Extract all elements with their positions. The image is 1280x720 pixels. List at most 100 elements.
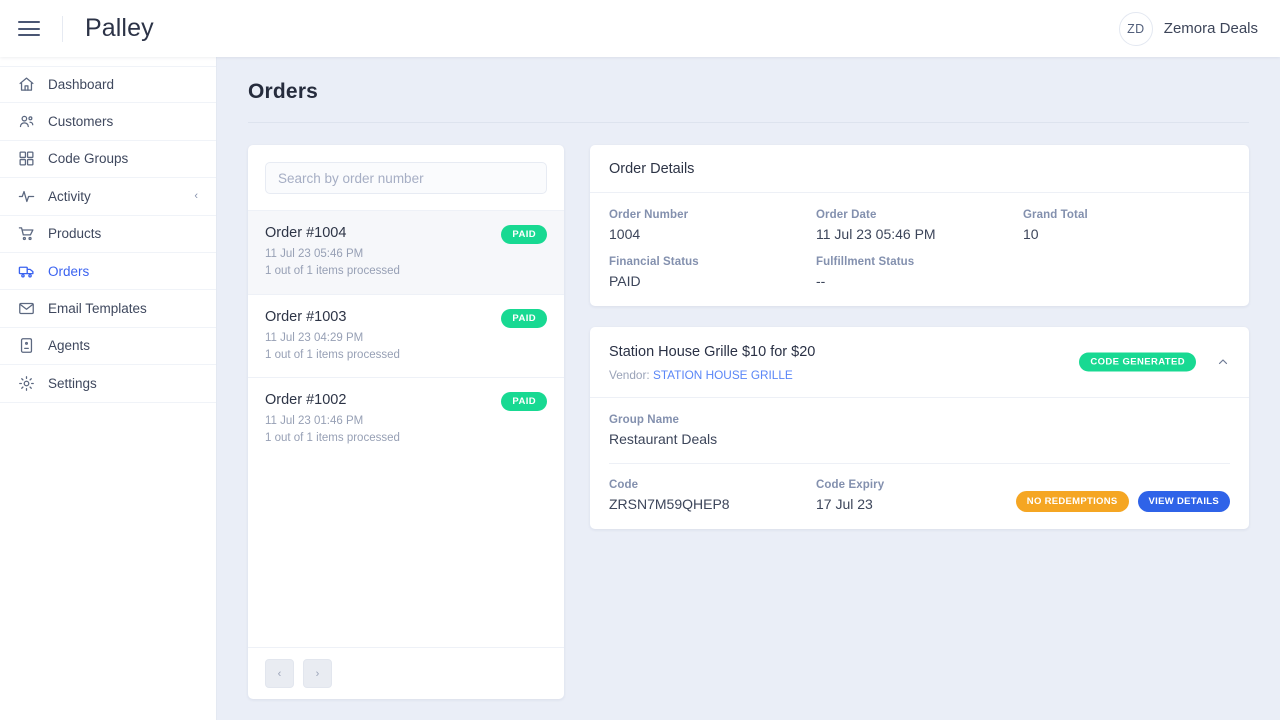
sidebar-item-orders[interactable]: Orders	[0, 253, 216, 291]
field-value: 1004	[609, 226, 641, 242]
sidebar-item-code-groups[interactable]: Code Groups	[0, 141, 216, 179]
list-item[interactable]: Order #1004 11 Jul 23 05:46 PM 1 out of …	[248, 210, 564, 294]
hamburger-bar	[18, 21, 40, 23]
sidebar-item-label: Dashboard	[48, 77, 115, 93]
truck-icon	[17, 262, 35, 280]
code-status-badge: CODE GENERATED	[1079, 352, 1196, 372]
gear-icon	[17, 374, 35, 392]
sidebar-item-label: Customers	[48, 114, 114, 130]
order-processed: 1 out of 1 items processed	[265, 348, 400, 361]
field-fulfillment-status: Fulfillment Status --	[816, 256, 1023, 289]
field-value: --	[816, 273, 826, 289]
vendor-label: Vendor:	[609, 368, 650, 382]
code-row: Code ZRSN7M59QHEP8 Code Expiry 17 Jul 23…	[609, 463, 1230, 529]
sidebar: Dashboard Customers Code Groups Activity…	[0, 57, 217, 720]
view-details-button[interactable]: VIEW DETAILS	[1137, 491, 1230, 512]
product-body: Group Name Restaurant Deals Code ZRSN7M5…	[590, 398, 1249, 529]
status-badge: PAID	[501, 308, 547, 328]
envelope-icon	[17, 300, 35, 318]
field-label: Order Number	[609, 209, 689, 221]
hamburger-bar	[18, 34, 40, 36]
app-root: Palley ZD Zemora Deals Dashboard Custome…	[0, 0, 1280, 720]
code-actions: NO REDEMPTIONS VIEW DETAILS	[1015, 491, 1230, 512]
field-label: Code	[609, 479, 639, 491]
pagination-next-button[interactable]: ›	[303, 659, 332, 688]
sidebar-item-activity[interactable]: Activity ‹	[0, 178, 216, 216]
sidebar-item-email-templates[interactable]: Email Templates	[0, 290, 216, 328]
field-value: 11 Jul 23 05:46 PM	[816, 226, 936, 242]
main-content: Orders Order #1004 11 Jul 23 05:46 PM 1 …	[217, 57, 1280, 720]
order-details-fields: Order Number 1004 Order Date 11 Jul 23 0…	[609, 209, 1230, 289]
field-label: Group Name	[609, 414, 680, 426]
field-label: Fulfillment Status	[816, 256, 915, 268]
field-order-date: Order Date 11 Jul 23 05:46 PM	[816, 209, 1023, 242]
status-badge: PAID	[501, 392, 547, 411]
sidebar-item-label: Email Templates	[48, 301, 147, 317]
account-name: Zemora Deals	[1163, 20, 1258, 37]
grid-icon	[17, 150, 35, 168]
product-card: Station House Grille $10 for $20 Vendor:…	[590, 327, 1249, 529]
account-area[interactable]: ZD Zemora Deals	[1118, 11, 1258, 46]
agent-icon	[17, 337, 35, 355]
field-grand-total: Grand Total 10	[1023, 209, 1230, 242]
users-icon	[17, 113, 35, 131]
field-value: Restaurant Deals	[609, 431, 718, 447]
field-value: 10	[1023, 226, 1039, 242]
field-label: Code Expiry	[816, 479, 885, 491]
field-code-expiry: Code Expiry 17 Jul 23	[816, 479, 1023, 512]
sidebar-item-label: Agents	[48, 338, 91, 354]
search-wrap	[248, 145, 564, 210]
sidebar-item-dashboard[interactable]: Dashboard	[0, 66, 216, 104]
top-header: Palley ZD Zemora Deals	[0, 0, 1280, 57]
field-order-number: Order Number 1004	[609, 209, 816, 242]
sidebar-item-label: Orders	[48, 263, 90, 279]
order-processed: 1 out of 1 items processed	[265, 432, 400, 445]
order-details-body: Order Number 1004 Order Date 11 Jul 23 0…	[590, 193, 1249, 306]
list-item[interactable]: Order #1003 11 Jul 23 04:29 PM 1 out of …	[248, 293, 564, 378]
order-list: Order #1004 11 Jul 23 05:46 PM 1 out of …	[248, 210, 564, 647]
order-processed: 1 out of 1 items processed	[265, 265, 400, 278]
activity-icon	[17, 187, 35, 205]
sidebar-item-label: Activity	[48, 188, 91, 204]
pagination: ‹ ›	[248, 647, 564, 699]
order-date: 11 Jul 23 05:46 PM	[265, 248, 364, 260]
field-value: 17 Jul 23	[816, 496, 873, 512]
group-name-row: Group Name Restaurant Deals	[609, 414, 1230, 463]
field-spacer	[1023, 256, 1230, 289]
sidebar-item-customers[interactable]: Customers	[0, 103, 216, 141]
chevron-left-icon[interactable]: ‹	[194, 190, 198, 202]
detail-column: Order Details Order Number 1004 Order Da…	[590, 145, 1249, 699]
sidebar-item-products[interactable]: Products	[0, 216, 216, 253]
field-label: Grand Total	[1023, 209, 1088, 221]
field-value: ZRSN7M59QHEP8	[609, 496, 730, 512]
order-date: 11 Jul 23 01:46 PM	[265, 415, 364, 427]
avatar[interactable]: ZD	[1118, 11, 1153, 46]
page-title: Orders	[248, 80, 319, 103]
sidebar-item-agents[interactable]: Agents	[0, 328, 216, 366]
field-code: Code ZRSN7M59QHEP8	[609, 479, 816, 512]
sidebar-item-settings[interactable]: Settings	[0, 365, 216, 403]
field-value: PAID	[609, 273, 641, 289]
brand-title: Palley	[85, 14, 154, 42]
field-label: Financial Status	[609, 256, 699, 268]
order-details-title: Order Details	[590, 145, 1249, 193]
search-input[interactable]	[265, 162, 547, 194]
order-details-card: Order Details Order Number 1004 Order Da…	[590, 145, 1249, 306]
field-financial-status: Financial Status PAID	[609, 256, 816, 289]
vendor-link[interactable]: STATION HOUSE GRILLE	[653, 368, 793, 382]
sidebar-item-label: Products	[48, 226, 102, 242]
status-badge: PAID	[501, 225, 547, 244]
chevron-up-icon[interactable]	[1216, 355, 1230, 369]
hamburger-icon[interactable]	[18, 21, 40, 36]
product-header: Station House Grille $10 for $20 Vendor:…	[590, 327, 1249, 398]
sidebar-item-label: Settings	[48, 375, 97, 391]
no-redemptions-badge[interactable]: NO REDEMPTIONS	[1015, 491, 1129, 512]
list-item[interactable]: Order #1002 11 Jul 23 01:46 PM 1 out of …	[248, 377, 564, 461]
cart-icon	[17, 225, 35, 243]
hamburger-bar	[18, 27, 40, 30]
content-row: Order #1004 11 Jul 23 05:46 PM 1 out of …	[248, 145, 1249, 699]
pagination-prev-button[interactable]: ‹	[265, 659, 294, 688]
home-icon	[17, 76, 35, 94]
orders-list-panel: Order #1004 11 Jul 23 05:46 PM 1 out of …	[248, 145, 564, 699]
order-date: 11 Jul 23 04:29 PM	[265, 331, 364, 344]
